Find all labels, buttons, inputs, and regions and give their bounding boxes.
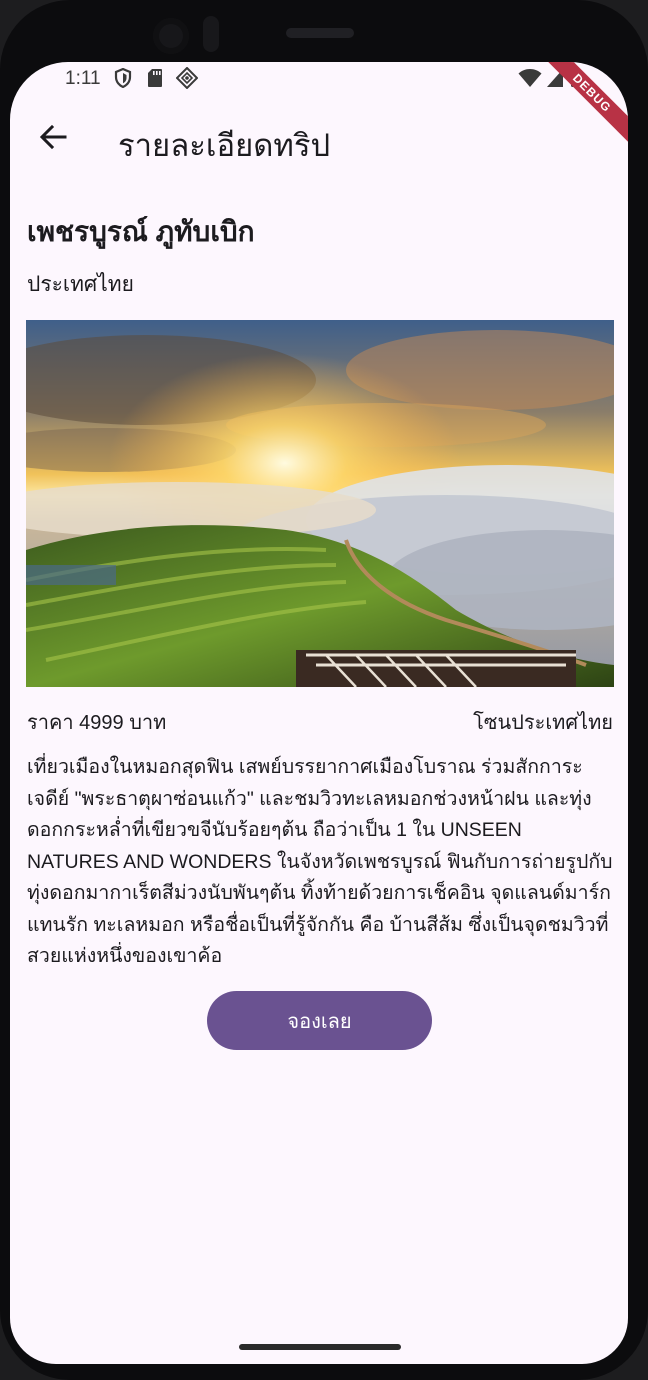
- app-bar: รายละเอียดทริป: [10, 106, 628, 176]
- app-screen: 1:11 DEBUG รายละเอียดทริป เพชรบูรณ์ ภูทั…: [10, 62, 628, 1364]
- home-indicator[interactable]: [239, 1344, 401, 1350]
- wifi-icon: [518, 68, 542, 88]
- trip-price: ราคา 4999 บาท: [27, 712, 167, 734]
- diamond-icon: [176, 67, 198, 89]
- phone-frame: 1:11 DEBUG รายละเอียดทริป เพชรบูรณ์ ภูทั…: [0, 0, 648, 1380]
- sd-card-icon: [147, 68, 163, 88]
- trip-description: เที่ยวเมืองในหมอกสุดฟิน เสพย์บรรยากาศเมื…: [27, 756, 613, 967]
- trip-photo: [26, 320, 614, 687]
- page-title: รายละเอียดทริป: [118, 128, 331, 163]
- book-now-button[interactable]: จองเลย: [207, 991, 432, 1050]
- arrow-back-icon: [39, 123, 67, 155]
- shield-icon: [114, 68, 132, 88]
- trip-country: ประเทศไทย: [27, 273, 134, 296]
- earpiece-speaker: [286, 28, 354, 38]
- trip-zone: โซนประเทศไทย: [473, 712, 613, 734]
- front-camera: [153, 18, 189, 54]
- status-bar: 1:11 DEBUG: [10, 62, 628, 149]
- back-button[interactable]: [28, 114, 78, 164]
- status-time: 1:11: [65, 68, 101, 89]
- proximity-sensor: [203, 16, 219, 52]
- trip-title: เพชรบูรณ์ ภูทับเบิก: [27, 216, 255, 247]
